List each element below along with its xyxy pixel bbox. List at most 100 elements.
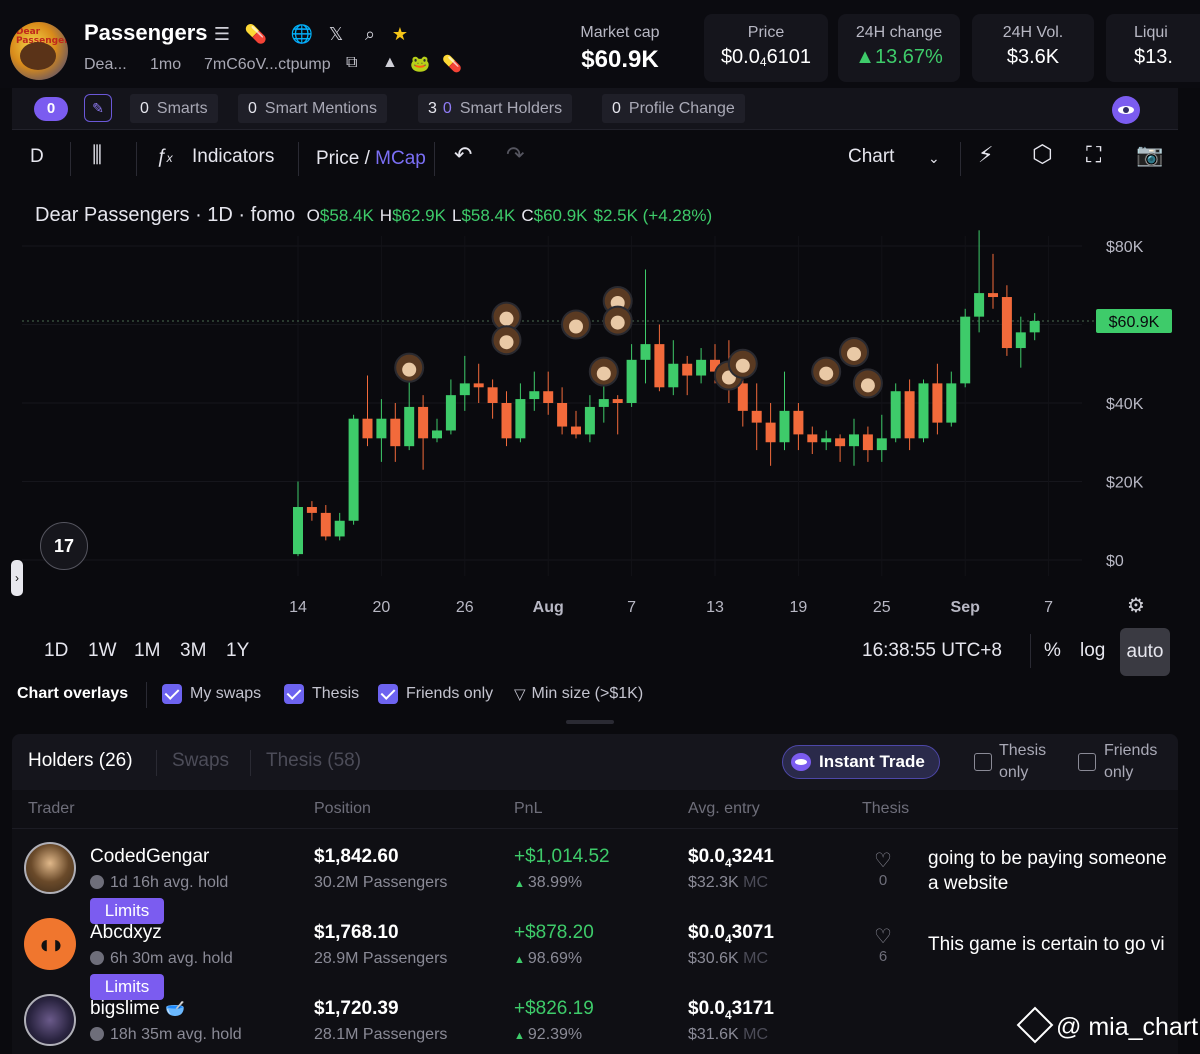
- axis-settings-icon[interactable]: ⚙: [1127, 593, 1145, 617]
- trader-name[interactable]: CodedGengar: [90, 846, 209, 868]
- resize-handle[interactable]: [566, 720, 614, 724]
- indicators-button[interactable]: Indicators: [192, 146, 274, 168]
- col-thesis[interactable]: Thesis: [862, 800, 909, 818]
- table-row[interactable]: CodedGengar 1d 16h avg. hold $1,842.60 3…: [12, 836, 1178, 924]
- col-pnl[interactable]: PnL: [514, 800, 542, 818]
- tradingview-logo[interactable]: 17: [40, 522, 88, 570]
- menu-lines-icon[interactable]: ☰: [208, 20, 236, 48]
- camera-icon[interactable]: 📷: [1136, 142, 1163, 168]
- col-avg-entry[interactable]: Avg. entry: [688, 800, 760, 818]
- chip-smart-holders[interactable]: 3 0 Smart Holders: [418, 94, 573, 123]
- avatar[interactable]: ◖◗: [24, 918, 76, 970]
- globe-icon[interactable]: 🌐: [288, 20, 316, 48]
- overlay-min-size[interactable]: ▽ Min size (>$1K): [514, 683, 643, 705]
- edit-pencil-icon[interactable]: ✎: [84, 94, 112, 122]
- col-trader[interactable]: Trader: [28, 800, 75, 818]
- search-icon[interactable]: ⌕: [356, 20, 384, 48]
- stat-value: $13.: [1134, 46, 1173, 68]
- token-address[interactable]: 7mC6oV...ctpump: [204, 56, 331, 74]
- heart-icon[interactable]: ♡: [872, 924, 894, 949]
- overlay-friends-only[interactable]: Friends only: [378, 683, 493, 705]
- overlay-thesis[interactable]: Thesis: [284, 683, 359, 705]
- trade-marker[interactable]: [727, 348, 758, 379]
- chart-type-selector[interactable]: Chart: [848, 146, 894, 168]
- limits-badge[interactable]: Limits: [90, 974, 164, 1000]
- thesis-text[interactable]: This game is certain to go vi: [928, 932, 1178, 957]
- limits-badge[interactable]: Limits: [90, 898, 164, 924]
- range-1m[interactable]: 1M: [134, 640, 160, 662]
- price-chart[interactable]: $0 $20K $40K $80K 14 20 26 Aug 7 13 19 25 Sep 7 $60.9K…: [12, 186, 1178, 626]
- range-1w[interactable]: 1W: [88, 640, 117, 662]
- trader-name[interactable]: Abcdxyz: [90, 922, 162, 944]
- tab-swaps[interactable]: Swaps: [172, 750, 229, 772]
- side-panel-toggle[interactable]: ›: [11, 560, 23, 596]
- chip-smarts[interactable]: 0 Smarts: [130, 94, 218, 123]
- mcap-option[interactable]: MCap: [375, 148, 426, 169]
- range-1d[interactable]: 1D: [44, 640, 68, 662]
- pill-icon[interactable]: 💊: [242, 20, 270, 48]
- star-icon[interactable]: ★: [386, 20, 414, 48]
- chip-smart-mentions[interactable]: 0 Smart Mentions: [238, 94, 387, 123]
- range-1y[interactable]: 1Y: [226, 640, 249, 662]
- chart-canvas[interactable]: $0 $20K $40K $80K 14 20 26 Aug 7 13 19 25 Sep 7 $60.9K…: [12, 186, 1178, 626]
- trader-name[interactable]: bigslime 🥣: [90, 998, 185, 1020]
- friends-only-checkbox[interactable]: [1078, 753, 1096, 771]
- settings-hexagon-icon[interactable]: ⬡: [1032, 140, 1053, 169]
- function-icon[interactable]: ƒx: [156, 146, 173, 168]
- overlay-label: Thesis: [312, 685, 360, 702]
- x-twitter-icon[interactable]: 𝕏: [322, 20, 350, 48]
- heart-icon[interactable]: ♡: [872, 848, 894, 873]
- price-mcap-toggle[interactable]: Price / MCap: [316, 148, 426, 170]
- undo-icon[interactable]: ↶: [454, 142, 472, 168]
- range-3m[interactable]: 3M: [180, 640, 206, 662]
- smart-count-badge[interactable]: 0: [34, 97, 68, 121]
- auto-toggle[interactable]: auto: [1120, 628, 1170, 676]
- header-divider: [12, 828, 1178, 829]
- percent-toggle[interactable]: %: [1044, 640, 1061, 662]
- eye-icon[interactable]: [1112, 96, 1140, 124]
- tab-thesis[interactable]: Thesis (58): [266, 750, 361, 772]
- copy-icon[interactable]: ⧉: [346, 54, 357, 72]
- instant-trade-button[interactable]: Instant Trade: [782, 745, 940, 779]
- chevron-down-icon[interactable]: ⌄: [928, 150, 940, 167]
- thesis-only-checkbox[interactable]: [974, 753, 992, 771]
- redo-icon[interactable]: ↷: [506, 142, 524, 168]
- trade-marker[interactable]: [602, 305, 633, 336]
- thesis-text[interactable]: going to be paying someone a website: [928, 846, 1178, 896]
- trade-marker[interactable]: [839, 336, 869, 367]
- stat-value: ▲13.67%: [855, 46, 943, 68]
- trade-marker[interactable]: [491, 325, 522, 356]
- friends-only-label[interactable]: Friends only: [1104, 740, 1157, 784]
- trade-marker[interactable]: [561, 309, 591, 340]
- checkbox-checked[interactable]: [284, 684, 304, 704]
- thesis-only-label[interactable]: Thesis only: [999, 740, 1046, 784]
- interval-selector[interactable]: D: [30, 146, 44, 168]
- pnl-percent: ▲ 92.39%: [514, 1026, 582, 1044]
- fullscreen-icon[interactable]: ⛶: [1086, 142, 1101, 168]
- chip-profile-change[interactable]: 0 Profile Change: [602, 94, 745, 123]
- checkbox-checked[interactable]: [162, 684, 182, 704]
- trade-marker[interactable]: [852, 368, 883, 399]
- trade-marker[interactable]: [811, 356, 842, 387]
- log-toggle[interactable]: log: [1080, 640, 1105, 662]
- candle-body: [515, 399, 526, 439]
- avatar[interactable]: [24, 842, 76, 894]
- token-avatar: Dear Passengers: [10, 22, 68, 80]
- checkbox-checked[interactable]: [378, 684, 398, 704]
- candle-body: [445, 395, 456, 431]
- position-amount: 28.1M Passengers: [314, 1026, 448, 1043]
- overlay-my-swaps[interactable]: My swaps: [162, 683, 261, 705]
- tab-holders[interactable]: Holders (26): [28, 750, 133, 772]
- price-option[interactable]: Price: [316, 148, 359, 169]
- legend-close-key: C: [521, 206, 534, 225]
- lightning-alert-icon[interactable]: ⚡: [978, 142, 993, 168]
- trade-marker[interactable]: [394, 352, 425, 383]
- avatar[interactable]: [24, 994, 76, 1046]
- trader-name-text: bigslime: [90, 998, 160, 1019]
- trade-marker[interactable]: [588, 356, 619, 387]
- table-row[interactable]: bigslime 🥣 18h 35m avg. hold $1,720.39 2…: [12, 988, 1178, 1054]
- table-row[interactable]: ◖◗ Abcdxyz 6h 30m avg. hold $1,768.10 28…: [12, 912, 1178, 1000]
- candle-type-icon[interactable]: ⫼: [92, 142, 102, 168]
- col-position[interactable]: Position: [314, 800, 371, 818]
- last-price-label: $60.9K: [1109, 314, 1160, 331]
